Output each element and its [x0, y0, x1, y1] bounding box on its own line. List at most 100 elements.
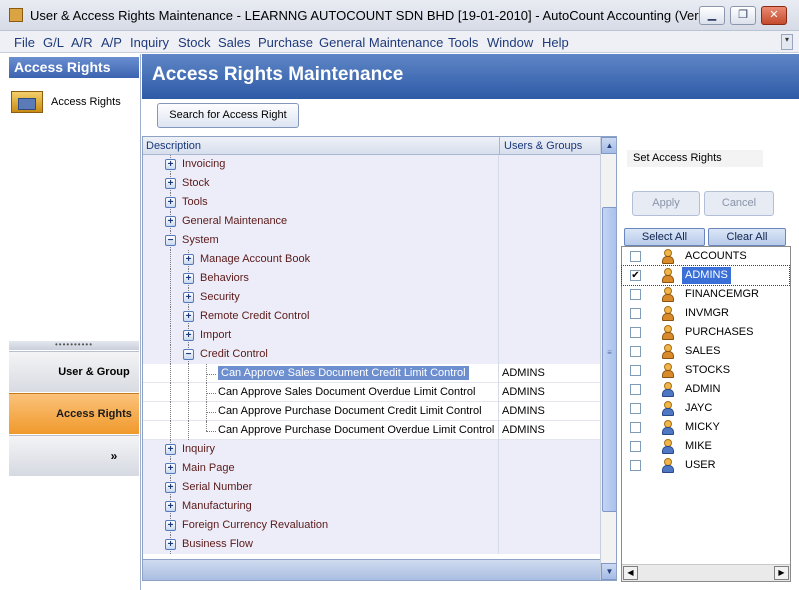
clear-all-button[interactable]: Clear All: [708, 228, 786, 246]
list-item[interactable]: ADMIN: [622, 380, 789, 399]
list-item[interactable]: USER: [622, 456, 789, 475]
table-row[interactable]: − System: [143, 231, 600, 250]
list-item[interactable]: MIKE: [622, 437, 789, 456]
table-row[interactable]: + General Maintenance: [143, 212, 600, 231]
scroll-left-icon[interactable]: ◀: [623, 566, 638, 580]
table-row[interactable]: + Serial Number: [143, 478, 600, 497]
table-row[interactable]: + Remote Credit Control: [143, 307, 600, 326]
expand-icon[interactable]: +: [183, 292, 194, 303]
close-button[interactable]: ✕: [761, 6, 787, 25]
expand-icon[interactable]: +: [165, 482, 176, 493]
menu-help[interactable]: Help: [542, 35, 569, 50]
user-checkbox[interactable]: [630, 365, 641, 376]
menu-inquiry[interactable]: Inquiry: [130, 35, 169, 50]
expand-icon[interactable]: +: [183, 330, 194, 341]
scroll-down-icon[interactable]: ▼: [601, 563, 616, 580]
expand-icon[interactable]: +: [183, 311, 194, 322]
user-checkbox[interactable]: [630, 346, 641, 357]
collapse-icon[interactable]: −: [165, 235, 176, 246]
table-row[interactable]: + Security: [143, 288, 600, 307]
expand-icon[interactable]: +: [165, 539, 176, 550]
user-checkbox[interactable]: [630, 422, 641, 433]
menu-purchase[interactable]: Purchase: [258, 35, 313, 50]
user-checkbox[interactable]: [630, 403, 641, 414]
table-row[interactable]: + Inquiry: [143, 440, 600, 459]
menu-sales[interactable]: Sales: [218, 35, 251, 50]
expand-icon[interactable]: +: [165, 216, 176, 227]
list-item[interactable]: ✔ ADMINS: [621, 265, 790, 286]
table-row[interactable]: Can Approve Purchase Document Overdue Li…: [143, 421, 600, 440]
menu-ar[interactable]: A/R: [71, 35, 93, 50]
nav-access-rights-button[interactable]: Access Rights: [9, 393, 139, 434]
scroll-thumb[interactable]: ≡: [602, 207, 616, 512]
splitter-grip[interactable]: ••••••••••: [9, 341, 139, 350]
user-name: SALES: [685, 345, 721, 357]
table-row[interactable]: + Invoicing: [143, 155, 600, 174]
expand-icon[interactable]: +: [183, 254, 194, 265]
menu-ap[interactable]: A/P: [101, 35, 122, 50]
table-row[interactable]: − Credit Control: [143, 345, 600, 364]
user-checkbox[interactable]: [630, 441, 641, 452]
list-item[interactable]: ACCOUNTS: [622, 247, 789, 266]
list-item[interactable]: FINANCEMGR: [622, 285, 789, 304]
list-item[interactable]: INVMGR: [622, 304, 789, 323]
menu-overflow-icon[interactable]: ▾: [781, 34, 793, 50]
minimize-button[interactable]: ▁: [699, 6, 725, 25]
user-checkbox[interactable]: [630, 327, 641, 338]
scroll-right-icon[interactable]: ▶: [774, 566, 789, 580]
table-row[interactable]: + Manage Account Book: [143, 250, 600, 269]
col-users-groups[interactable]: Users & Groups: [499, 137, 600, 155]
list-item[interactable]: SALES: [622, 342, 789, 361]
table-row[interactable]: + Tools: [143, 193, 600, 212]
menu-file[interactable]: File: [14, 35, 35, 50]
scroll-up-icon[interactable]: ▲: [601, 137, 616, 154]
list-item[interactable]: PURCHASES: [622, 323, 789, 342]
sidebar-item-access-rights[interactable]: Access Rights: [11, 89, 136, 115]
user-checkbox[interactable]: [630, 460, 641, 471]
user-checkbox[interactable]: ✔: [630, 270, 641, 281]
table-row[interactable]: + Business Flow: [143, 535, 600, 554]
expand-icon[interactable]: +: [165, 178, 176, 189]
user-checkbox[interactable]: [630, 289, 641, 300]
cancel-button[interactable]: Cancel: [704, 191, 774, 216]
expand-icon[interactable]: +: [165, 444, 176, 455]
restore-button[interactable]: ❐: [730, 6, 756, 25]
table-row[interactable]: Can Approve Sales Document Overdue Limit…: [143, 383, 600, 402]
expand-icon[interactable]: +: [165, 520, 176, 531]
expand-icon[interactable]: +: [165, 501, 176, 512]
collapse-icon[interactable]: −: [183, 349, 194, 360]
expand-icon[interactable]: +: [165, 159, 176, 170]
list-item[interactable]: STOCKS: [622, 361, 789, 380]
table-row[interactable]: + Manufacturing: [143, 497, 600, 516]
menu-window[interactable]: Window: [487, 35, 533, 50]
table-row[interactable]: + Import: [143, 326, 600, 345]
nav-more-button[interactable]: »: [9, 435, 139, 476]
col-description[interactable]: Description: [146, 140, 201, 152]
list-item[interactable]: JAYC: [622, 399, 789, 418]
apply-button[interactable]: Apply: [632, 191, 700, 216]
expand-icon[interactable]: +: [165, 463, 176, 474]
menu-stock[interactable]: Stock: [178, 35, 211, 50]
nav-user-group-button[interactable]: User & Group: [9, 351, 139, 392]
user-checkbox[interactable]: [630, 308, 641, 319]
table-row[interactable]: Can Approve Sales Document Credit Limit …: [143, 364, 600, 383]
table-row[interactable]: + Foreign Currency Revaluation: [143, 516, 600, 535]
table-row[interactable]: Can Approve Purchase Document Credit Lim…: [143, 402, 600, 421]
menu-tools[interactable]: Tools: [448, 35, 478, 50]
menu-general-maintenance[interactable]: General Maintenance: [319, 35, 443, 50]
user-icon: [661, 458, 675, 473]
list-item[interactable]: MICKY: [622, 418, 789, 437]
list-horizontal-scrollbar[interactable]: ◀ ▶: [622, 564, 790, 581]
menu-gl[interactable]: G/L: [43, 35, 64, 50]
table-row[interactable]: + Behaviors: [143, 269, 600, 288]
user-checkbox[interactable]: [630, 251, 641, 262]
grid-vertical-scrollbar[interactable]: ▲ ≡ ▼: [600, 137, 616, 580]
search-access-right-button[interactable]: Search for Access Right: [157, 103, 299, 128]
expand-icon[interactable]: +: [183, 273, 194, 284]
select-all-button[interactable]: Select All: [624, 228, 705, 246]
table-row[interactable]: + Main Page: [143, 459, 600, 478]
row-users-cell: [498, 307, 600, 326]
expand-icon[interactable]: +: [165, 197, 176, 208]
user-checkbox[interactable]: [630, 384, 641, 395]
table-row[interactable]: + Stock: [143, 174, 600, 193]
